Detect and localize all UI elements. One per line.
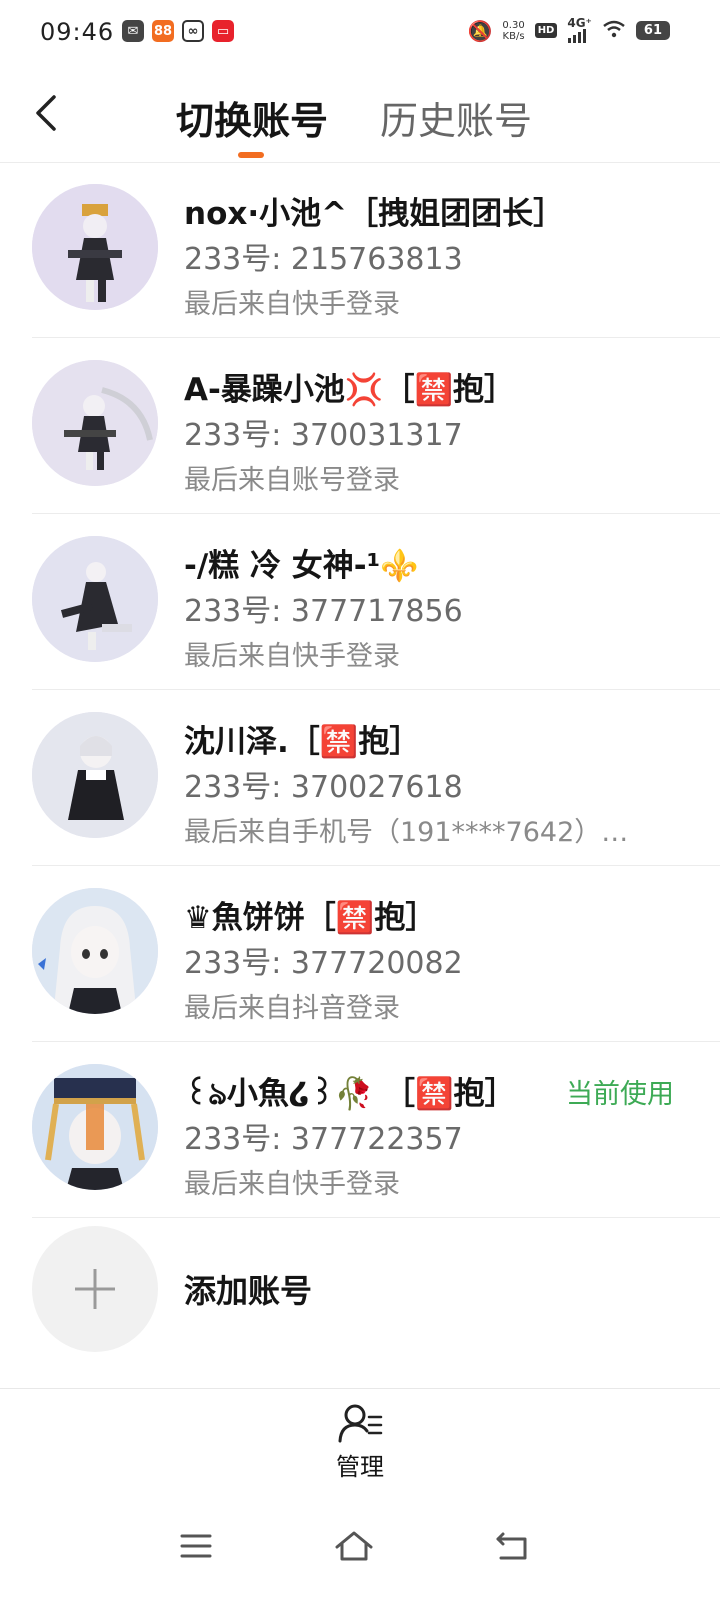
avatar [32, 360, 158, 486]
wifi-icon [602, 20, 626, 41]
account-id: 233号: 377722357 [184, 1122, 463, 1157]
bottom-bar: 管理 [0, 1388, 720, 1497]
account-row[interactable]: -/糕 冷 女神-¹⚜️ 233号: 377717856 最后来自快手登录 [0, 514, 720, 690]
manage-label: 管理 [336, 1453, 384, 1481]
account-row[interactable]: ꒰ঌ小魚໒꒱🥀 ［🈲抱］ 当前使用 233号: 377722357 最后来自快手… [0, 1042, 720, 1218]
mute-icon: 🔕 [467, 18, 493, 43]
add-icon [32, 1226, 158, 1352]
avatar [32, 184, 158, 310]
back-arrow-icon [36, 95, 56, 131]
account-name: -/糕 冷 女神-¹⚜️ [184, 548, 419, 584]
back-nav-button[interactable] [488, 1522, 536, 1570]
account-id: 233号: 377717856 [184, 594, 463, 629]
account-id: 233号: 370027618 [184, 770, 463, 805]
app-notification-icon: 88 [152, 20, 174, 42]
hd-icon: HD [534, 23, 558, 38]
net-speed: 0.30 KB/s [502, 20, 524, 42]
header: 切换账号 历史账号 [0, 70, 720, 163]
tab-switch-account[interactable]: 切换账号 [176, 90, 328, 145]
video-app-icon: ▭ [212, 20, 234, 42]
mail-app-icon: ✉ [122, 20, 144, 42]
manage-user-icon [338, 1404, 383, 1443]
battery-icon: 61 [635, 21, 670, 40]
status-app-icons: ✉ 88 ∞ ▭ [122, 20, 234, 42]
account-login-source: 最后来自快手登录 [184, 641, 400, 672]
account-list: nox·小池^［拽姐团团长］ 233号: 215763813 最后来自快手登录 … [0, 162, 720, 1218]
home-nav-button[interactable] [330, 1522, 378, 1570]
menu-nav-button[interactable] [172, 1522, 220, 1570]
account-row[interactable]: A-暴躁小池💢［🈲抱］ 233号: 370031317 最后来自账号登录 [0, 338, 720, 514]
add-account-label: 添加账号 [184, 1272, 313, 1310]
account-login-source: 最后来自抖音登录 [184, 993, 400, 1024]
avatar [32, 536, 158, 662]
net-speed-unit: KB/s [502, 30, 525, 42]
account-login-source: 最后来自账号登录 [184, 465, 400, 496]
account-login-source: 最后来自快手登录 [184, 1169, 400, 1200]
add-account-row[interactable]: 添加账号 [0, 1210, 720, 1376]
account-row[interactable]: 沈川泽.［🈲抱］ 233号: 370027618 最后来自手机号（191****… [0, 690, 720, 866]
link-app-icon: ∞ [182, 20, 204, 42]
network-type: 4G⁺ [567, 16, 592, 30]
manage-button[interactable]: 管理 [318, 1403, 402, 1489]
account-row[interactable]: ♛魚饼饼［🈲抱］ 233号: 377720082 最后来自抖音登录 [0, 866, 720, 1042]
menu-icon [180, 1534, 212, 1558]
return-icon [496, 1532, 527, 1560]
account-id: 233号: 215763813 [184, 242, 463, 277]
net-speed-value: 0.30 [502, 19, 525, 31]
account-login-source: 最后来自手机号（191****7642）… [184, 817, 629, 848]
account-name: 沈川泽.［🈲抱］ [184, 724, 421, 760]
account-name: A-暴躁小池💢［🈲抱］ [184, 372, 516, 408]
tab-history-account[interactable]: 历史账号 [380, 90, 532, 145]
account-name: nox·小池^［拽姐团团长］ [184, 196, 565, 232]
status-bar: 09:46 ✉ 88 ∞ ▭ 🔕 0.30 KB/s HD 4G⁺ 61 [0, 0, 720, 66]
account-row[interactable]: nox·小池^［拽姐团团长］ 233号: 215763813 最后来自快手登录 [0, 162, 720, 338]
status-right: 🔕 0.30 KB/s HD 4G⁺ 61 [467, 16, 670, 43]
avatar [32, 712, 158, 838]
tab-indicator [238, 152, 264, 158]
account-login-source: 最后来自快手登录 [184, 289, 400, 320]
back-button[interactable] [26, 88, 66, 138]
home-icon [335, 1531, 373, 1561]
current-account-badge: 当前使用 [566, 1079, 674, 1110]
account-name: ♛魚饼饼［🈲抱］ [184, 900, 437, 936]
account-id: 233号: 377720082 [184, 946, 463, 981]
avatar [32, 888, 158, 1014]
account-id: 233号: 370031317 [184, 418, 463, 453]
system-nav-bar [0, 1496, 720, 1600]
avatar [32, 1064, 158, 1190]
signal-icon: 4G⁺ [567, 16, 592, 43]
status-time: 09:46 [40, 18, 115, 46]
